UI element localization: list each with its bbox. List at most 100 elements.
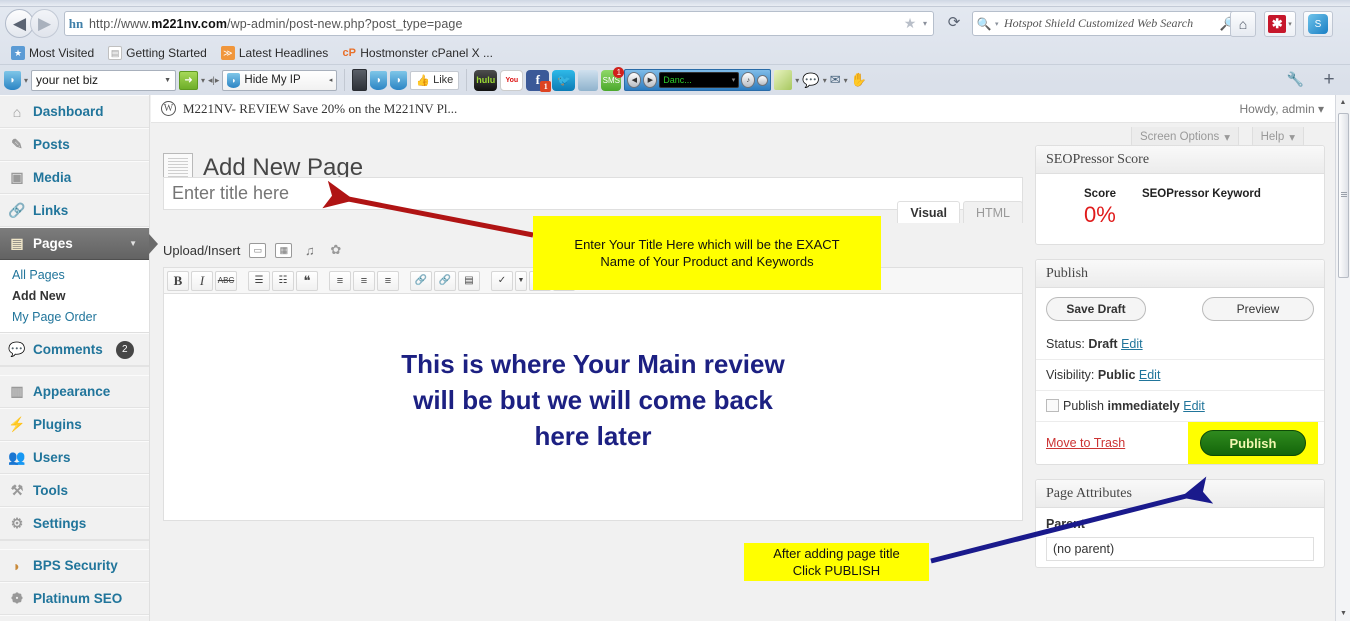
search-input[interactable]: Hotspot Shield Customized Web Search — [1004, 16, 1217, 31]
sidebar-subitem-all-pages[interactable]: All Pages — [0, 264, 149, 285]
sidebar-item-media[interactable]: ▣ Media — [0, 161, 149, 194]
sidebar-item-bps-security[interactable]: ◗ BPS Security — [0, 549, 149, 582]
twitter-icon[interactable]: 🐦 — [552, 70, 575, 91]
player-prev-button[interactable]: ◀ — [627, 72, 641, 88]
youtube-icon[interactable]: You — [500, 70, 523, 91]
page-scrollbar[interactable]: ▲ ▼ — [1335, 95, 1350, 621]
howdy-menu[interactable]: Howdy, admin ▾ — [1239, 102, 1324, 116]
sidebar-item-users[interactable]: 👥 Users — [0, 441, 149, 474]
visibility-edit-link[interactable]: Edit — [1139, 368, 1161, 382]
addon-red-caret-icon[interactable]: ▾ — [1288, 20, 1292, 28]
preview-button[interactable]: Preview — [1202, 297, 1314, 321]
insert-link-button[interactable]: 🔗 — [410, 271, 432, 291]
search-engine-icon[interactable]: 🔍 — [973, 17, 995, 31]
nav-arrows-icon[interactable]: ◂|▸ — [208, 75, 219, 86]
publish-button[interactable]: Publish — [1200, 430, 1306, 456]
url-dropdown-caret-icon[interactable]: ▾ — [923, 19, 933, 28]
go-caret-icon[interactable]: ▾ — [201, 76, 205, 85]
bookmark-hostmonster-cpanel[interactable]: cP Hostmonster cPanel X ... — [337, 45, 498, 61]
align-left-button[interactable]: ≡ — [329, 271, 351, 291]
player-volume-button[interactable]: ♪ — [741, 72, 755, 88]
bookmark-getting-started[interactable]: ▤ Getting Started — [103, 45, 212, 61]
search-engine-caret-icon[interactable]: ▾ — [995, 20, 1004, 28]
add-video-icon[interactable]: ▦ — [275, 243, 292, 258]
hulu-icon[interactable]: hulu — [474, 70, 497, 91]
mail-caret-icon[interactable]: ▾ — [844, 76, 848, 85]
scroll-down-button[interactable]: ▼ — [1336, 606, 1350, 621]
align-center-button[interactable]: ≡ — [353, 271, 375, 291]
help-button[interactable]: Help ▾ — [1252, 127, 1304, 147]
move-to-trash-link[interactable]: Move to Trash — [1046, 436, 1125, 450]
schedule-edit-link[interactable]: Edit — [1183, 399, 1205, 413]
blockquote-button[interactable]: ❝ — [296, 271, 318, 291]
bookmark-most-visited[interactable]: ★ Most Visited — [6, 45, 99, 61]
chat-addon-icon[interactable]: 💬 — [802, 72, 819, 89]
media-player-widget[interactable]: ◀ ▶ Danc... ▾ ♪ — [624, 69, 771, 91]
forward-arrow-icon[interactable]: ▶ — [30, 9, 59, 38]
browser-tab-strip[interactable] — [0, 0, 1350, 7]
sidebar-subitem-add-new[interactable]: Add New — [0, 285, 149, 306]
add-media-icon[interactable]: ✿ — [327, 243, 344, 258]
chat-caret-icon[interactable]: ▾ — [823, 76, 827, 85]
shield-addon-icon-2[interactable]: ◗ — [390, 71, 407, 90]
status-edit-link[interactable]: Edit — [1121, 337, 1143, 351]
sidebar-item-links[interactable]: 🔗 Links — [0, 194, 149, 227]
sms-icon[interactable]: SMS 1 — [601, 70, 621, 91]
insert-more-tag-button[interactable]: ▤ — [458, 271, 480, 291]
bold-button[interactable]: B — [167, 271, 189, 291]
profile-select[interactable]: your net biz ▼ — [31, 70, 176, 91]
bookmark-star-icon[interactable]: ★ — [897, 15, 923, 32]
home-icon[interactable]: ⌂ — [1230, 11, 1256, 37]
mail-addon-icon[interactable]: ✉ — [830, 72, 841, 88]
player-caret-icon[interactable]: ▾ — [732, 76, 736, 84]
sidebar-subitem-my-page-order[interactable]: My Page Order — [0, 306, 149, 327]
hand-addon-icon[interactable]: ✋ — [851, 72, 867, 88]
search-bar[interactable]: 🔍 ▾ Hotspot Shield Customized Web Search… — [972, 11, 1240, 36]
strikethrough-button[interactable]: ABC — [215, 271, 237, 291]
sidebar-item-pages[interactable]: ▤ Pages ▼ — [0, 227, 149, 260]
tag-caret-icon[interactable]: ▾ — [795, 76, 799, 85]
reload-icon[interactable]: ⟳ — [944, 13, 964, 33]
sidebar-item-dashboard[interactable]: ⌂ Dashboard — [0, 95, 149, 128]
bookmark-latest-headlines[interactable]: ≫ Latest Headlines — [216, 45, 333, 61]
microphone-icon[interactable] — [578, 70, 598, 91]
save-draft-button[interactable]: Save Draft — [1046, 297, 1146, 321]
ordered-list-button[interactable]: ☷ — [272, 271, 294, 291]
parent-select[interactable]: (no parent) — [1046, 537, 1314, 561]
facebook-like-button[interactable]: 👍 Like — [410, 71, 459, 90]
url-bar[interactable]: hn http://www.m221nv.com/wp-admin/post-n… — [64, 11, 934, 36]
sidebar-item-pretty-link[interactable]: ★ Pretty Link — [0, 615, 149, 621]
spellcheck-dropdown-button[interactable]: ▼ — [515, 271, 527, 291]
sidebar-item-tools[interactable]: ⚒ Tools — [0, 474, 149, 507]
hide-my-ip-button[interactable]: ◗ Hide My IP ◂ — [222, 70, 337, 91]
add-audio-icon[interactable]: ♫ — [301, 243, 318, 258]
sidebar-item-posts[interactable]: ✎ Posts — [0, 128, 149, 161]
skype-icon[interactable]: S — [1303, 11, 1333, 37]
sidebar-item-settings[interactable]: ⚙ Settings — [0, 507, 149, 540]
mobile-device-icon[interactable] — [352, 69, 367, 91]
player-stop-button[interactable] — [757, 75, 768, 86]
sidebar-item-appearance[interactable]: ▥ Appearance — [0, 375, 149, 408]
tab-visual[interactable]: Visual — [897, 201, 960, 223]
add-tab-button[interactable]: + — [1316, 67, 1342, 93]
sidebar-item-platinum-seo[interactable]: ❁ Platinum SEO — [0, 582, 149, 615]
sidebar-item-comments[interactable]: 💬 Comments 2 — [0, 333, 149, 366]
player-next-button[interactable]: ▶ — [643, 72, 657, 88]
screen-options-button[interactable]: Screen Options ▾ — [1131, 127, 1239, 147]
align-right-button[interactable]: ≡ — [377, 271, 399, 291]
hotspot-shield-icon[interactable]: ◗ — [4, 71, 21, 90]
editor-content-area[interactable]: This is where Your Main review will be b… — [163, 293, 1023, 521]
hotspot-shield-caret-icon[interactable]: ▾ — [24, 76, 28, 85]
addon-red-icon[interactable]: ✱ ▾ — [1264, 11, 1296, 37]
tag-addon-icon[interactable] — [774, 70, 792, 90]
add-image-icon[interactable]: ▭ — [249, 243, 266, 258]
unordered-list-button[interactable]: ☰ — [248, 271, 270, 291]
facebook-icon[interactable]: f 1 — [526, 70, 549, 91]
site-link[interactable]: W M221NV- REVIEW Save 20% on the M221NV … — [161, 101, 457, 117]
wrench-glyph-icon[interactable]: 🔧 — [1287, 71, 1304, 88]
italic-button[interactable]: I — [191, 271, 213, 291]
unlink-button[interactable]: 🔗 — [434, 271, 456, 291]
tab-html[interactable]: HTML — [963, 201, 1023, 223]
go-button[interactable]: ➜ — [179, 71, 198, 90]
shield-addon-icon-1[interactable]: ◗ — [370, 71, 387, 90]
